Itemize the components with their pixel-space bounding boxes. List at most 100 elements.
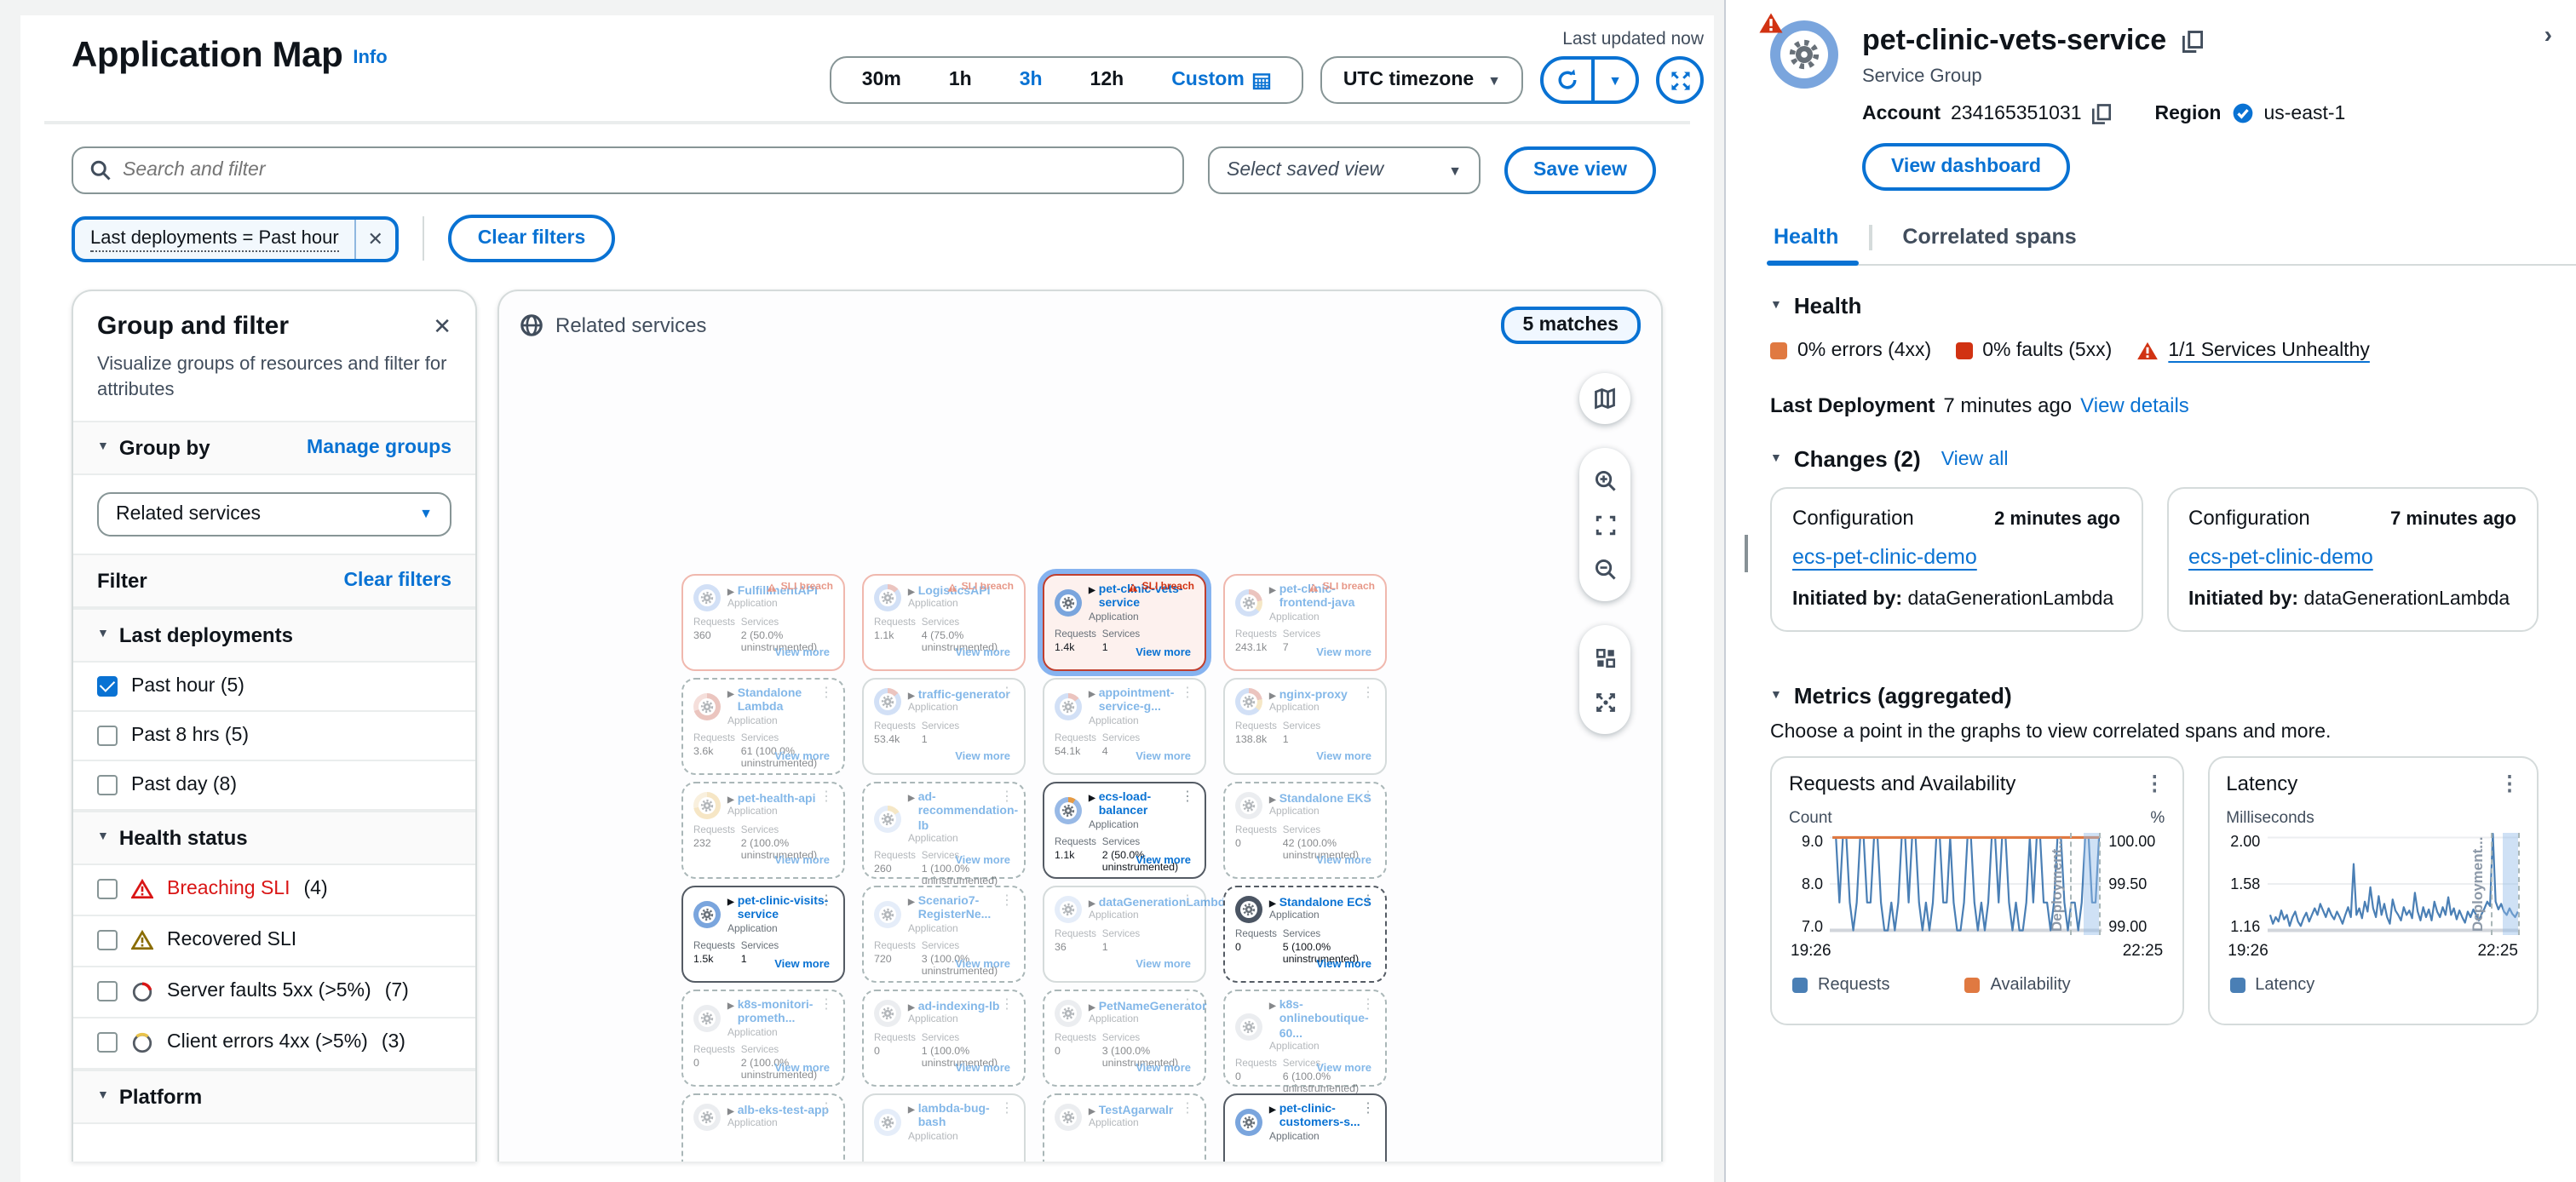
service-card[interactable]: ⋮ ▶Standalone ECS Application RequestsSe… — [1223, 886, 1387, 983]
checkbox[interactable] — [97, 774, 118, 795]
kebab-menu-icon[interactable]: ⋮ — [1000, 1100, 1014, 1116]
filter-option-row[interactable]: Past day (8) — [73, 760, 475, 810]
view-more-link[interactable]: View more — [1316, 647, 1371, 659]
checkbox[interactable] — [97, 725, 118, 745]
checkbox[interactable] — [97, 981, 118, 1001]
time-range-12h[interactable]: 12h — [1067, 70, 1148, 90]
chart-plot[interactable]: Deployment... — [1830, 833, 2102, 935]
chevron-down-icon[interactable]: ▼ — [1770, 300, 1782, 312]
kebab-menu-icon[interactable]: ⋮ — [1181, 685, 1194, 700]
copy-icon[interactable] — [2182, 30, 2202, 52]
checkbox[interactable] — [97, 879, 118, 899]
refresh-button[interactable] — [1544, 60, 1591, 100]
kebab-menu-icon[interactable]: ⋮ — [1181, 1100, 1194, 1116]
minimap-toggle-button[interactable] — [1579, 373, 1630, 424]
zoom-in-button[interactable] — [1579, 458, 1630, 502]
service-card[interactable]: SLI breach ▶pet-clinic-vets-service Appl… — [1043, 574, 1206, 671]
kebab-menu-icon[interactable]: ⋮ — [1000, 685, 1014, 700]
tab-correlated-spans[interactable]: Correlated spans — [1899, 225, 2079, 264]
service-card[interactable]: ⋮ ▶dataGenerationLambda Application Requ… — [1043, 886, 1206, 983]
kebab-menu-icon[interactable]: ⋮ — [819, 1100, 833, 1116]
view-more-link[interactable]: View more — [1316, 1063, 1371, 1075]
view-more-link[interactable]: View more — [955, 647, 1010, 659]
checkbox[interactable] — [97, 675, 118, 696]
view-more-link[interactable]: View more — [774, 751, 830, 763]
manage-groups-link[interactable]: Manage groups — [307, 437, 451, 457]
view-more-link[interactable]: View more — [774, 647, 830, 659]
time-range-3h[interactable]: 3h — [996, 70, 1067, 90]
service-card[interactable]: ⋮ ▶Scenario7-RegisterNe... Application R… — [862, 886, 1026, 983]
kebab-menu-icon[interactable]: ⋮ — [1361, 685, 1375, 700]
time-range-custom[interactable]: Custom — [1147, 70, 1296, 90]
info-link[interactable]: Info — [353, 48, 387, 68]
fullscreen-button[interactable] — [1656, 56, 1704, 104]
kebab-menu-icon[interactable]: ⋮ — [819, 685, 833, 700]
view-all-link[interactable]: View all — [1941, 449, 2009, 469]
chevron-down-icon[interactable]: ▼ — [1770, 690, 1782, 702]
service-card[interactable]: ⋮ ▶Standalone Lambda Application Request… — [681, 678, 845, 775]
kebab-menu-icon[interactable]: ⋮ — [1361, 996, 1375, 1012]
tab-health[interactable]: Health — [1770, 225, 1842, 264]
refresh-options-button[interactable]: ▼ — [1591, 60, 1636, 100]
view-more-link[interactable]: View more — [774, 855, 830, 867]
service-card[interactable]: ⋮ ▶PetNameGenerator Application Requests… — [1043, 990, 1206, 1087]
kebab-menu-icon[interactable]: ⋮ — [819, 996, 833, 1012]
service-card[interactable]: ⋮ ▶k8s-monitori-prometh... Application R… — [681, 990, 845, 1087]
service-card[interactable]: ⋮ ▶k8s-onlineboutique-60... Application … — [1223, 990, 1387, 1087]
service-card[interactable]: SLI breach ▶pet-clinic-frontend-java App… — [1223, 574, 1387, 671]
view-more-link[interactable]: View more — [1136, 1063, 1191, 1075]
kebab-menu-icon[interactable]: ⋮ — [1181, 892, 1194, 908]
service-card[interactable]: ⋮ ▶pet-clinic-visits-service Application… — [681, 886, 845, 983]
change-resource-link[interactable]: ecs-pet-clinic-demo — [2188, 545, 2373, 569]
view-more-link[interactable]: View more — [1316, 751, 1371, 763]
view-more-link[interactable]: View more — [955, 855, 1010, 867]
filter-section-header[interactable]: ▼ Last deployments — [73, 607, 475, 662]
time-range-1h[interactable]: 1h — [925, 70, 996, 90]
view-more-link[interactable]: View more — [955, 1063, 1010, 1075]
legend-item-latency[interactable]: Latency — [2229, 976, 2314, 995]
grid-layout-button[interactable] — [1579, 635, 1630, 680]
time-range-30m[interactable]: 30m — [838, 70, 925, 90]
filter-option-row[interactable]: Server faults 5xx (>5%) (7) — [73, 967, 475, 1018]
view-more-link[interactable]: View more — [1136, 855, 1191, 867]
remove-filter-button[interactable]: ✕ — [354, 219, 395, 258]
saved-view-select[interactable]: Select saved view ▼ — [1208, 146, 1481, 194]
legend-item-requests[interactable]: Requests — [1792, 976, 1890, 995]
service-card[interactable]: ⋮ ▶pet-health-api Application RequestsSe… — [681, 782, 845, 879]
service-card[interactable]: ⋮ ▶TestAgarwalr Application — [1043, 1093, 1206, 1162]
zoom-out-button[interactable] — [1579, 547, 1630, 591]
service-card[interactable]: ⋮ ▶alb-eks-test-app Application — [681, 1093, 845, 1162]
panel-resize-handle[interactable] — [1745, 535, 1748, 572]
chart-plot[interactable]: Deployment... — [2267, 833, 2520, 935]
copy-icon[interactable] — [2092, 103, 2111, 123]
service-card[interactable]: ⋮ ▶appointment-service-g... Application … — [1043, 678, 1206, 775]
view-more-link[interactable]: View more — [1136, 959, 1191, 971]
kebab-menu-icon[interactable]: ⋮ — [1181, 996, 1194, 1012]
kebab-menu-icon[interactable]: ⋮ — [1000, 789, 1014, 804]
collapse-panel-button[interactable]: › — [2544, 20, 2552, 48]
kebab-menu-icon[interactable]: ⋮ — [2144, 772, 2165, 795]
view-more-link[interactable]: View more — [955, 959, 1010, 971]
service-card[interactable]: ⋮ ▶pet-clinic-customers-s... Application — [1223, 1093, 1387, 1162]
view-details-link[interactable]: View details — [2080, 393, 2189, 417]
close-icon[interactable]: ✕ — [433, 313, 451, 340]
view-more-link[interactable]: View more — [774, 959, 830, 971]
kebab-menu-icon[interactable]: ⋮ — [1361, 1100, 1375, 1116]
zoom-fit-button[interactable] — [1579, 502, 1630, 547]
checkbox[interactable] — [97, 930, 118, 950]
view-more-link[interactable]: View more — [1136, 751, 1191, 763]
kebab-menu-icon[interactable]: ⋮ — [2499, 772, 2520, 795]
filter-option-row[interactable]: Breaching SLI (4) — [73, 864, 475, 915]
kebab-menu-icon[interactable]: ⋮ — [1361, 789, 1375, 804]
service-card[interactable]: ⋮ ▶Standalone EKS Application RequestsSe… — [1223, 782, 1387, 879]
service-card[interactable]: ⋮ ▶ad-recommendation-lb Application Requ… — [862, 782, 1026, 879]
service-card[interactable]: SLI breach ▶LogisticsAPI Application Req… — [862, 574, 1026, 671]
filter-option-row[interactable]: Client errors 4xx (>5%) (3) — [73, 1018, 475, 1069]
search-input[interactable] — [123, 160, 1165, 181]
kebab-menu-icon[interactable]: ⋮ — [819, 789, 833, 804]
service-card[interactable]: SLI breach ▶FulfillmentAPI Application R… — [681, 574, 845, 671]
legend-item-availability[interactable]: Availability — [1965, 976, 2071, 995]
clear-filters-link[interactable]: Clear filters — [343, 570, 451, 590]
filter-section-header[interactable]: ▼ Platform — [73, 1069, 475, 1123]
services-unhealthy-link[interactable]: 1/1 Services Unhealthy — [2168, 341, 2370, 361]
